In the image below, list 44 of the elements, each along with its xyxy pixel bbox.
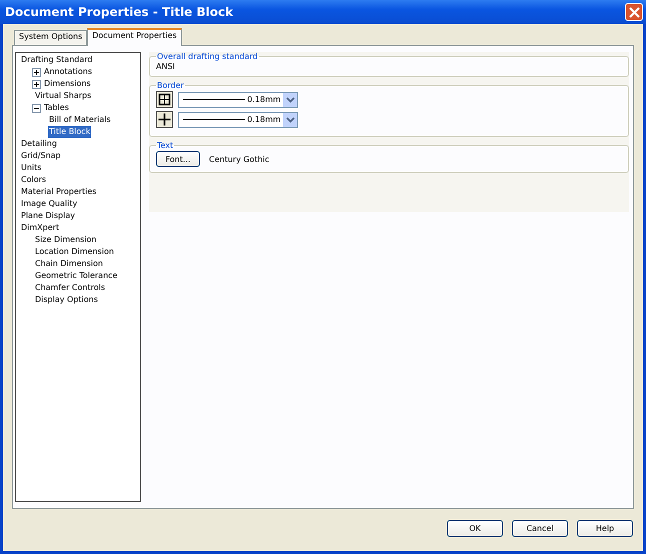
tree-item[interactable]: Drafting Standard bbox=[20, 54, 94, 66]
caret-icon bbox=[286, 96, 294, 102]
tree-item[interactable]: Units bbox=[20, 162, 42, 174]
tab[interactable]: Document Properties bbox=[87, 28, 182, 46]
border-grid-icon[interactable] bbox=[156, 91, 173, 108]
tree-item[interactable]: Annotations bbox=[43, 66, 94, 78]
cross-icon[interactable] bbox=[156, 111, 173, 128]
font-button[interactable]: Font... bbox=[156, 151, 200, 167]
tree-item[interactable]: Bill of Materials bbox=[48, 114, 112, 126]
close-icon bbox=[628, 6, 640, 18]
tree-item[interactable]: Display Options bbox=[34, 294, 99, 306]
tree-item[interactable]: Dimensions bbox=[43, 78, 92, 90]
tree-item[interactable]: Colors bbox=[20, 174, 48, 186]
tree-item[interactable]: Image Quality bbox=[20, 198, 78, 210]
dialog-button[interactable]: Cancel bbox=[512, 520, 568, 537]
tree-item[interactable]: Plane Display bbox=[20, 210, 76, 222]
collapse-icon[interactable] bbox=[32, 104, 41, 112]
tree-item[interactable]: Geometric Tolerance bbox=[34, 270, 118, 282]
tree-item[interactable]: Virtual Sharps bbox=[34, 90, 92, 102]
line-weight-dropdown[interactable]: 0.18mm bbox=[178, 112, 298, 128]
dialog-button[interactable]: Help bbox=[577, 520, 633, 537]
tree-item[interactable]: Location Dimension bbox=[34, 246, 115, 258]
tree-item[interactable]: Size Dimension bbox=[34, 234, 98, 246]
tree-item[interactable]: DimXpert bbox=[20, 222, 60, 234]
standard-value: ANSI bbox=[156, 62, 176, 71]
tab[interactable]: System Options bbox=[14, 30, 88, 45]
font-name: Century Gothic bbox=[209, 154, 270, 164]
tree-item[interactable]: Chain Dimension bbox=[34, 258, 104, 270]
window-title: Document Properties - Title Block bbox=[5, 5, 234, 19]
tree-item[interactable]: Grid/Snap bbox=[20, 150, 62, 162]
close-button[interactable] bbox=[625, 3, 643, 21]
tree-item[interactable]: Tables bbox=[43, 102, 70, 114]
tree-item[interactable]: Material Properties bbox=[20, 186, 98, 198]
expand-icon[interactable] bbox=[32, 80, 41, 88]
group-label: Text bbox=[156, 141, 174, 150]
dialog-button[interactable]: OK bbox=[447, 520, 503, 537]
tree-item[interactable]: Detailing bbox=[20, 138, 58, 150]
caret-icon bbox=[286, 116, 294, 122]
group-label: Overall drafting standard bbox=[156, 52, 259, 61]
line-weight-dropdown[interactable]: 0.18mm bbox=[178, 92, 298, 108]
expand-icon[interactable] bbox=[32, 68, 41, 76]
tree-item[interactable]: Chamfer Controls bbox=[34, 282, 106, 294]
tree-item[interactable]: Title Block bbox=[48, 126, 92, 138]
group-label: Border bbox=[156, 81, 185, 90]
